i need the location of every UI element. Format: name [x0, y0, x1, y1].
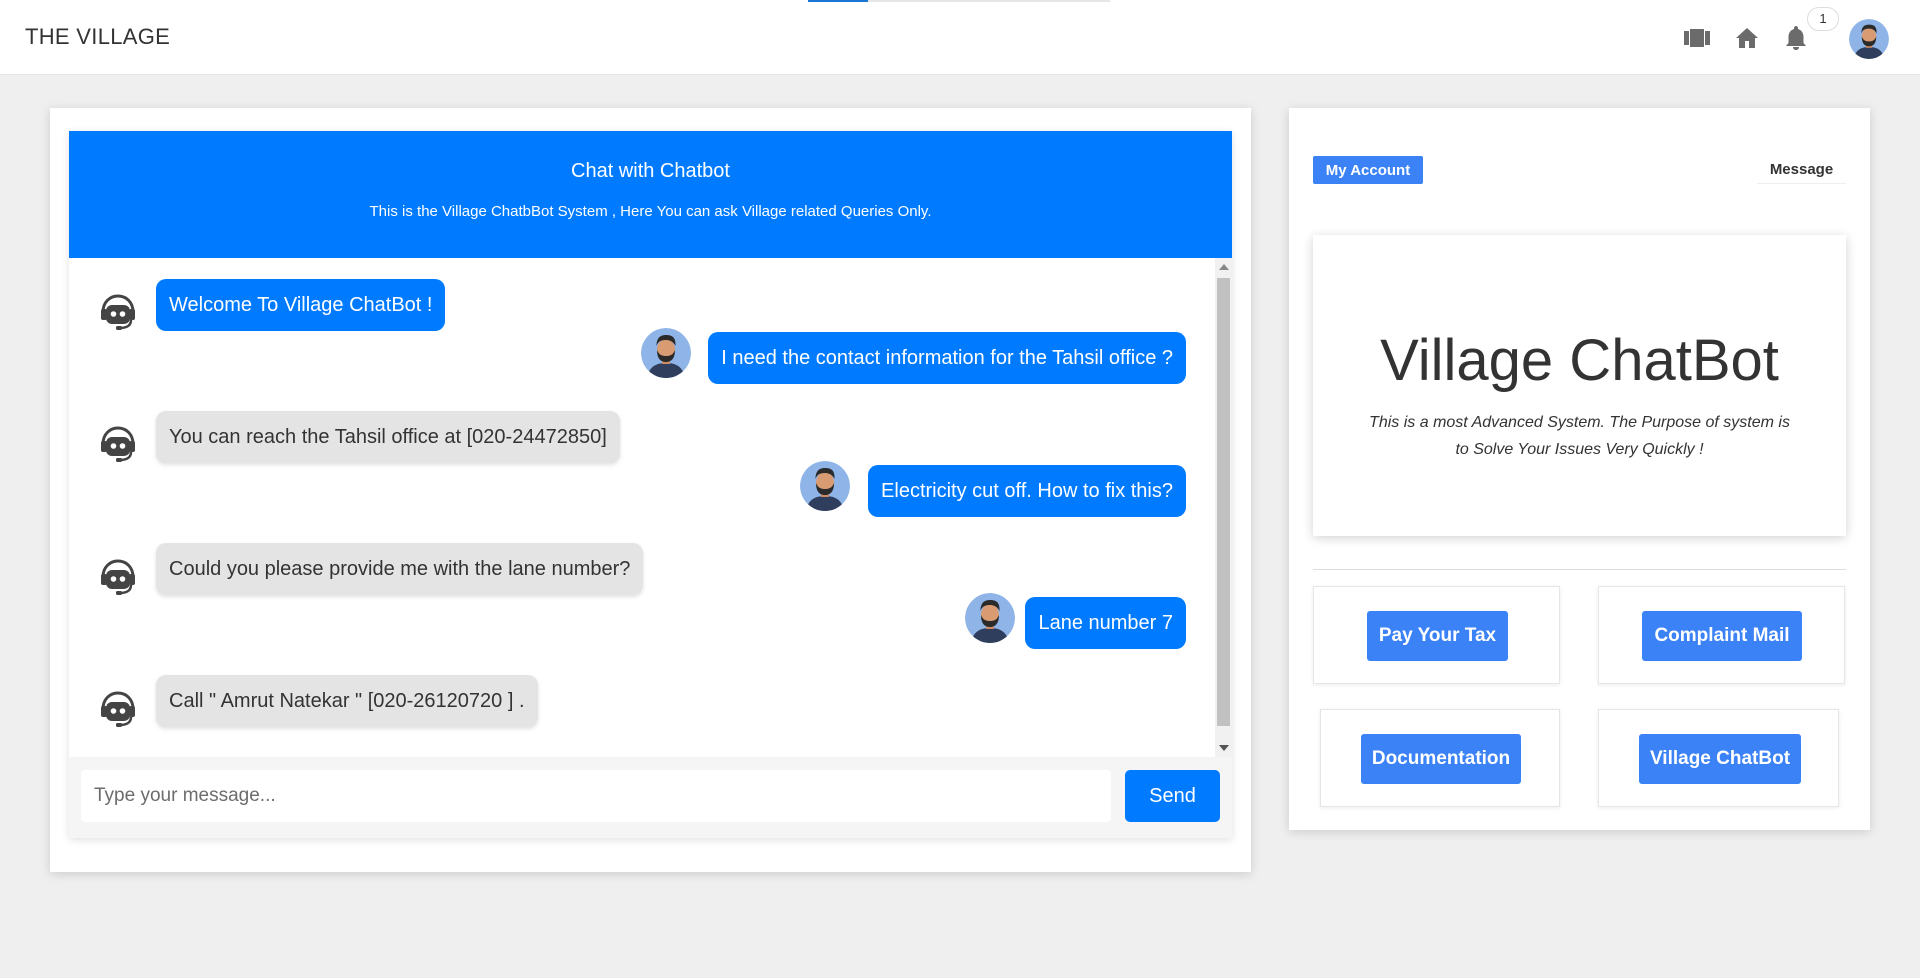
hero-description: This is a most Advanced System. The Purp… [1369, 414, 1790, 458]
chat-card: Chat with Chatbot This is the Village Ch… [69, 131, 1232, 838]
chat-scrollbar[interactable] [1215, 258, 1232, 757]
bot-message: You can reach the Tahsil office at [020-… [156, 411, 620, 463]
notification-badge[interactable]: 1 [1807, 7, 1839, 31]
bot-message: Call " Amrut Natekar " [020-26120720 ] . [156, 675, 538, 727]
pay-tax-button[interactable]: Pay Your Tax [1367, 611, 1508, 661]
send-button[interactable]: Send [1125, 770, 1220, 822]
village-chatbot-button[interactable]: Village ChatBot [1639, 734, 1801, 784]
hero-card: Village ChatBot This is a most Advanced … [1313, 235, 1846, 536]
home-icon[interactable] [1733, 24, 1761, 52]
message-button[interactable]: Message [1757, 156, 1846, 184]
top-navbar: THE VILLAGE 1 [0, 0, 1920, 75]
divider [1313, 569, 1846, 570]
user-avatar [641, 328, 691, 378]
chat-input-row: Send [69, 757, 1232, 838]
bot-icon [97, 292, 139, 334]
bot-icon [97, 424, 139, 466]
bot-icon [97, 557, 139, 599]
tile-pay-tax: Pay Your Tax [1313, 586, 1560, 684]
user-message: I need the contact information for the T… [708, 332, 1186, 384]
brand-title[interactable]: THE VILLAGE [25, 24, 170, 50]
my-account-button[interactable]: My Account [1313, 156, 1423, 184]
message-input[interactable] [81, 770, 1111, 822]
bell-icon[interactable] [1782, 24, 1810, 52]
user-avatar [800, 461, 850, 511]
chat-subtitle: This is the Village ChatbBot System , He… [369, 203, 932, 220]
chat-panel: Chat with Chatbot This is the Village Ch… [50, 108, 1251, 872]
progress-fill [808, 0, 869, 2]
documentation-button[interactable]: Documentation [1361, 734, 1521, 784]
user-message: Lane number 7 [1025, 597, 1186, 649]
bot-message: Could you please provide me with the lan… [156, 543, 644, 595]
chat-messages[interactable]: Welcome To Village ChatBot ! I need the … [69, 258, 1232, 757]
page-progress-bar [808, 0, 1110, 2]
scroll-up-icon[interactable] [1219, 264, 1229, 270]
account-panel: My Account Message Village ChatBot This … [1289, 108, 1870, 830]
user-avatar[interactable] [1849, 19, 1889, 59]
hero-title: Village ChatBot [1380, 328, 1779, 393]
complaint-mail-button[interactable]: Complaint Mail [1642, 611, 1802, 661]
tile-village-chatbot: Village ChatBot [1598, 709, 1839, 807]
tile-documentation: Documentation [1320, 709, 1560, 807]
chat-header: Chat with Chatbot This is the Village Ch… [69, 131, 1232, 258]
chat-title: Chat with Chatbot [571, 160, 730, 182]
tile-complaint-mail: Complaint Mail [1598, 586, 1845, 684]
scroll-thumb[interactable] [1217, 278, 1230, 726]
user-avatar [965, 593, 1015, 643]
scroll-down-icon[interactable] [1219, 745, 1229, 751]
film-icon[interactable] [1683, 24, 1711, 52]
bot-message: Welcome To Village ChatBot ! [156, 279, 446, 331]
user-message: Electricity cut off. How to fix this? [868, 465, 1186, 517]
bot-icon [97, 689, 139, 731]
